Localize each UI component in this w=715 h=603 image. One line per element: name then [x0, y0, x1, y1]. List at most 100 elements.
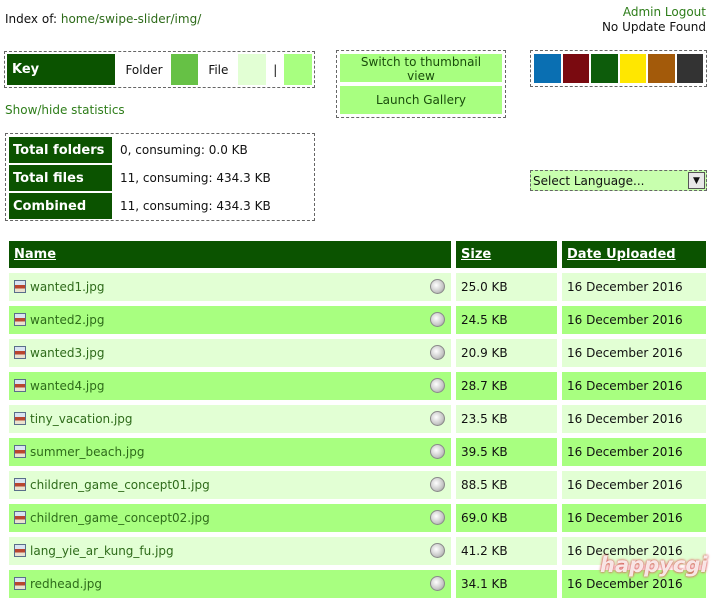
info-icon[interactable]	[430, 543, 445, 558]
file-size-cell: 20.9 KB	[456, 339, 557, 367]
stat-label: Total folders	[9, 137, 112, 163]
image-file-icon	[14, 280, 26, 293]
update-status: No Update Found	[601, 20, 706, 34]
sort-name-link[interactable]: Name	[14, 247, 56, 262]
file-size-cell: 25.0 KB	[456, 273, 557, 301]
info-icon[interactable]	[430, 312, 445, 327]
theme-swatch-4[interactable]	[648, 54, 675, 83]
file-link[interactable]: wanted4.jpg	[30, 379, 105, 393]
file-name-cell: wanted2.jpg	[9, 306, 451, 334]
file-name-cell: children_game_concept02.jpg	[9, 504, 451, 532]
file-link[interactable]: lang_yie_ar_kung_fu.jpg	[30, 544, 174, 558]
file-link[interactable]: children_game_concept02.jpg	[30, 511, 210, 525]
info-icon[interactable]	[430, 510, 445, 525]
file-date-cell: 16 December 2016	[562, 273, 706, 301]
file-size-cell: 39.5 KB	[456, 438, 557, 466]
file-name-cell: wanted1.jpg	[9, 273, 451, 301]
file-date-cell: 16 December 2016	[562, 306, 706, 334]
admin-logout-link[interactable]: Admin Logout	[623, 5, 706, 19]
file-name-cell: summer_beach.jpg	[9, 438, 451, 466]
file-size-cell: 28.7 KB	[456, 372, 557, 400]
key-file-label: File	[208, 62, 229, 77]
image-file-icon	[14, 445, 26, 458]
launch-gallery-button[interactable]: Launch Gallery	[340, 86, 502, 114]
file-date-cell: 16 December 2016	[562, 504, 706, 532]
column-header-size[interactable]: Size	[456, 241, 557, 268]
index-prefix: Index of:	[5, 12, 58, 26]
watermark-logo: happycgi	[600, 553, 708, 577]
table-header-row: Name Size Date Uploaded	[9, 241, 706, 268]
sort-date-link[interactable]: Date Uploaded	[567, 247, 676, 262]
stat-row-folders: Total folders 0, consuming: 0.0 KB	[9, 137, 311, 163]
sort-size-link[interactable]: Size	[461, 247, 491, 262]
language-select[interactable]: Select Language... ▼	[530, 170, 707, 191]
info-icon[interactable]	[430, 378, 445, 393]
file-link[interactable]: redhead.jpg	[30, 577, 102, 591]
image-file-icon	[14, 544, 26, 557]
image-file-icon	[14, 478, 26, 491]
file-name-cell: tiny_vacation.jpg	[9, 405, 451, 433]
theme-swatch-1[interactable]	[562, 54, 589, 83]
table-row: wanted4.jpg 28.7 KB 16 December 2016	[9, 372, 706, 400]
file-name-cell: redhead.jpg	[9, 570, 451, 598]
show-hide-statistics-link[interactable]: Show/hide statistics	[5, 103, 125, 117]
image-file-icon	[14, 313, 26, 326]
file-date-cell: 16 December 2016	[562, 471, 706, 499]
table-row: wanted1.jpg 25.0 KB 16 December 2016	[9, 273, 706, 301]
file-date-cell: 16 December 2016	[562, 438, 706, 466]
file-link[interactable]: children_game_concept01.jpg	[30, 478, 210, 492]
stat-label: Combined	[9, 193, 112, 219]
info-icon[interactable]	[430, 279, 445, 294]
file-link[interactable]: wanted3.jpg	[30, 346, 105, 360]
chevron-down-icon[interactable]: ▼	[688, 172, 705, 189]
file-table: Name Size Date Uploaded wanted1.jpg 25.0 …	[9, 236, 706, 603]
column-header-date[interactable]: Date Uploaded	[562, 241, 706, 268]
key-title: Key	[7, 54, 116, 85]
stat-value: 11, consuming: 434.3 KB	[120, 171, 271, 185]
info-icon[interactable]	[430, 444, 445, 459]
index-path-link[interactable]: home/swipe-slider/img/	[61, 12, 201, 26]
info-icon[interactable]	[430, 477, 445, 492]
table-row: children_game_concept01.jpg 88.5 KB 16 Dec…	[9, 471, 706, 499]
info-icon[interactable]	[430, 345, 445, 360]
table-row: wanted3.jpg 20.9 KB 16 December 2016	[9, 339, 706, 367]
file-date-cell: 16 December 2016	[562, 372, 706, 400]
table-row: children_game_concept02.jpg 69.0 KB 16 Dec…	[9, 504, 706, 532]
file-name-cell: lang_yie_ar_kung_fu.jpg	[9, 537, 451, 565]
stat-label: Total files	[9, 165, 112, 191]
theme-swatch-2[interactable]	[591, 54, 618, 83]
file-swatch-light	[238, 54, 267, 85]
file-link[interactable]: summer_beach.jpg	[30, 445, 145, 459]
image-file-icon	[14, 346, 26, 359]
admin-panel: Admin Logout No Update Found	[602, 5, 706, 35]
info-icon[interactable]	[430, 411, 445, 426]
theme-swatch-5[interactable]	[676, 54, 703, 83]
image-file-icon	[14, 577, 26, 590]
image-file-icon	[14, 511, 26, 524]
column-header-name[interactable]: Name	[9, 241, 451, 268]
theme-swatch-3[interactable]	[619, 54, 646, 83]
folder-swatch	[170, 54, 199, 85]
file-size-cell: 88.5 KB	[456, 471, 557, 499]
file-link[interactable]: wanted1.jpg	[30, 280, 105, 294]
image-file-icon	[14, 379, 26, 392]
theme-swatch-0[interactable]	[534, 54, 561, 83]
file-link[interactable]: tiny_vacation.jpg	[30, 412, 133, 426]
file-size-cell: 41.2 KB	[456, 537, 557, 565]
language-select-value: Select Language...	[533, 173, 645, 188]
stat-row-files: Total files 11, consuming: 434.3 KB	[9, 165, 311, 191]
file-name-cell: children_game_concept01.jpg	[9, 471, 451, 499]
file-date-cell: 16 December 2016	[562, 339, 706, 367]
key-legend: Key Folder File |	[4, 51, 315, 88]
table-row: tiny_vacation.jpg 23.5 KB 16 December 2016	[9, 405, 706, 433]
table-row: wanted2.jpg 24.5 KB 16 December 2016	[9, 306, 706, 334]
key-folder-label: Folder	[125, 62, 163, 77]
statistics-panel: Total folders 0, consuming: 0.0 KB Total…	[5, 133, 315, 221]
file-link[interactable]: wanted2.jpg	[30, 313, 105, 327]
thumbnail-view-button[interactable]: Switch to thumbnail view	[340, 54, 502, 83]
index-path: Index of: home/swipe-slider/img/	[5, 12, 201, 26]
file-date-cell: 16 December 2016	[562, 405, 706, 433]
info-icon[interactable]	[430, 576, 445, 591]
stat-value: 11, consuming: 434.3 KB	[120, 199, 271, 213]
file-size-cell: 34.1 KB	[456, 570, 557, 598]
